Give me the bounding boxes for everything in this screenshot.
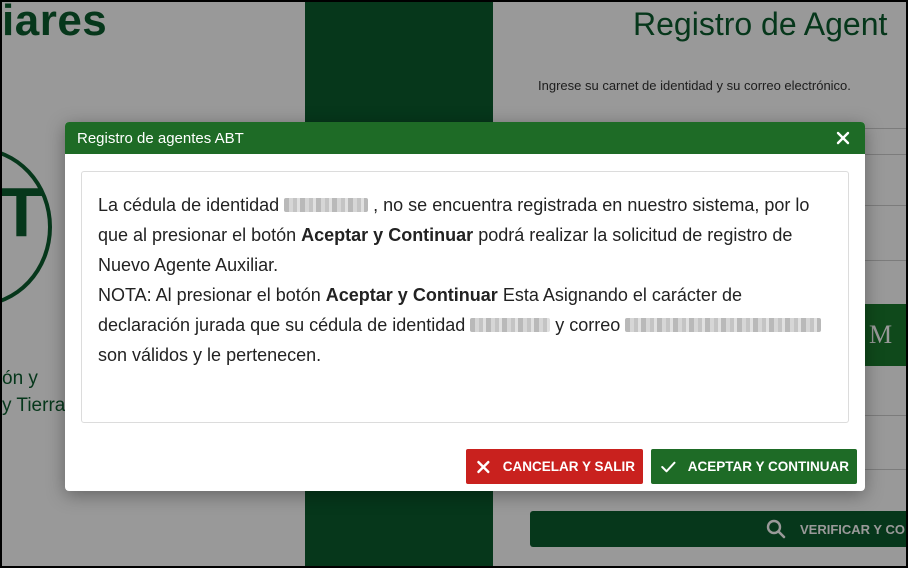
registration-modal: Registro de agentes ABT La cédula de ide… xyxy=(65,122,865,491)
message-text: NOTA: Al presionar el botón xyxy=(98,285,326,305)
redacted-id-number xyxy=(284,198,369,212)
close-icon[interactable] xyxy=(833,128,853,148)
message-text: La cédula de identidad xyxy=(98,195,285,215)
message-text: son válidos y le pertenecen. xyxy=(98,345,322,365)
message-bold-text: Aceptar y Continuar xyxy=(301,225,474,245)
modal-message-box: La cédula de identidad , no se encuentra… xyxy=(81,171,849,423)
x-icon xyxy=(477,460,490,473)
message-bold-text: Aceptar y Continuar xyxy=(325,285,498,305)
accept-button-label: ACEPTAR Y CONTINUAR xyxy=(687,459,849,474)
redacted-email xyxy=(625,318,822,332)
modal-title: Registro de agentes ABT xyxy=(77,129,244,147)
check-icon xyxy=(661,461,676,472)
accept-and-continue-button[interactable]: ACEPTAR Y CONTINUAR xyxy=(651,449,857,484)
cancel-button-label: CANCELAR Y SALIR xyxy=(502,459,635,474)
redacted-id-number xyxy=(470,318,551,332)
modal-message: La cédula de identidad , no se encuentra… xyxy=(98,190,832,370)
cancel-and-exit-button[interactable]: CANCELAR Y SALIR xyxy=(466,449,643,484)
app-frame: iares T ón y y Tierra Registro de Agent … xyxy=(2,2,906,566)
message-text: y correo xyxy=(550,315,626,335)
message-paragraph-1: La cédula de identidad , no se encuentra… xyxy=(98,190,832,280)
modal-header: Registro de agentes ABT xyxy=(65,122,865,154)
modal-footer: CANCELAR Y SALIR ACEPTAR Y CONTINUAR xyxy=(466,449,857,484)
message-paragraph-2: NOTA: Al presionar el botón Aceptar y Co… xyxy=(98,280,832,370)
